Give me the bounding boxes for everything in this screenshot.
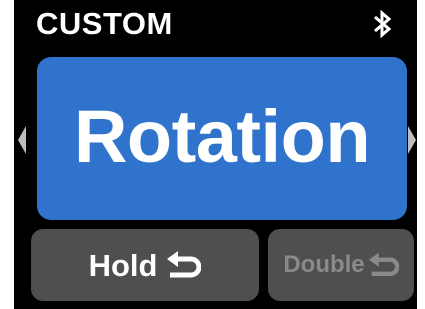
chevron-left-icon[interactable] xyxy=(18,126,26,154)
device-screen: CUSTOM Rotation Hold Double xyxy=(14,0,417,309)
bluetooth-icon xyxy=(374,9,392,39)
hold-button[interactable]: Hold xyxy=(31,229,259,301)
chevron-right-icon[interactable] xyxy=(408,126,416,154)
main-mode-label: Rotation xyxy=(73,94,371,178)
hold-button-label: Hold xyxy=(88,247,158,283)
double-button[interactable]: Double xyxy=(268,229,414,301)
return-icon xyxy=(368,252,399,277)
return-icon xyxy=(167,251,202,278)
double-button-label: Double xyxy=(283,251,365,278)
main-mode-card[interactable]: Rotation xyxy=(37,57,407,220)
page-title: CUSTOM xyxy=(36,6,173,41)
